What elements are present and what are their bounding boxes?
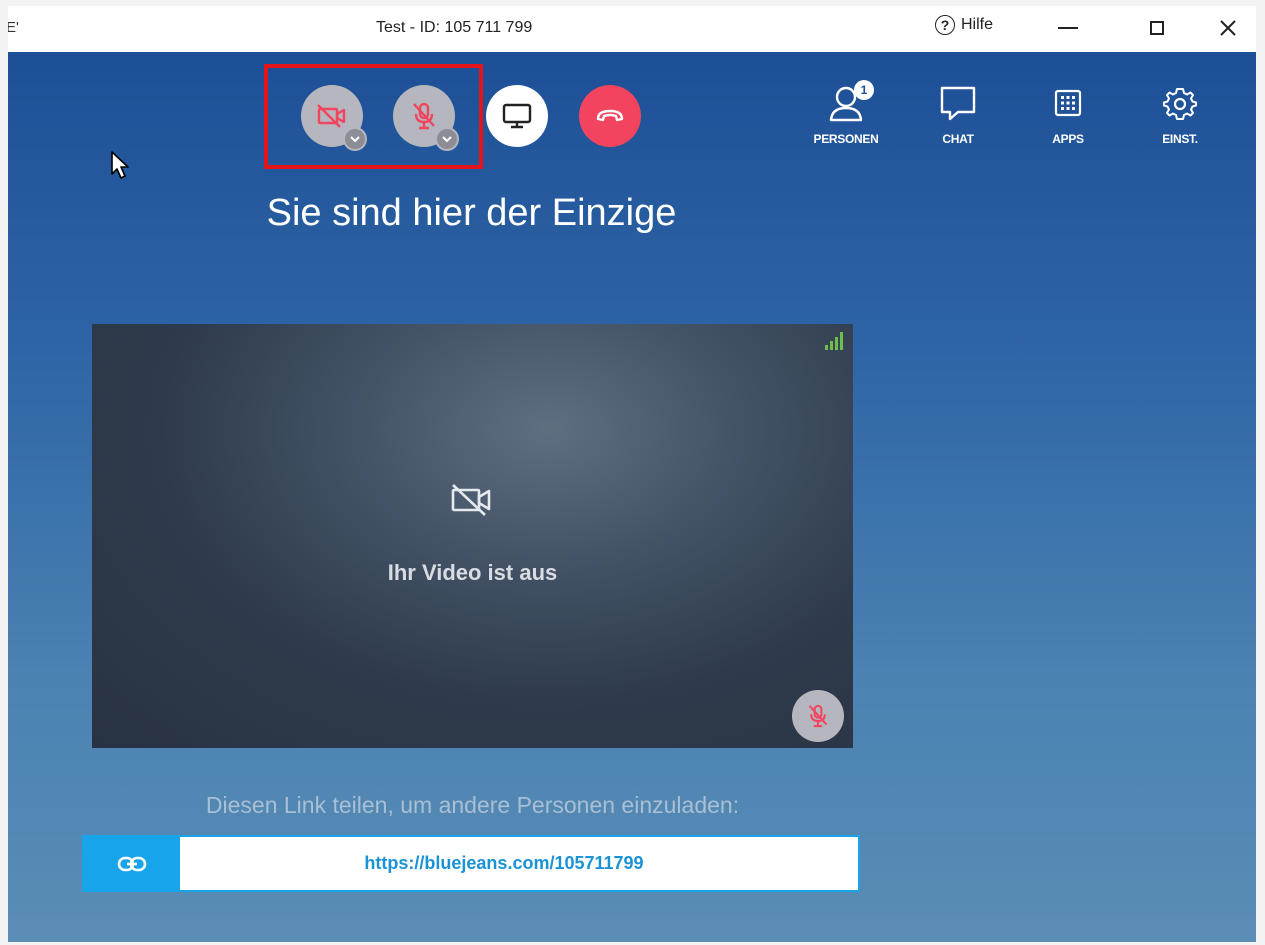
nav-personen-label: PERSONEN [813, 132, 879, 146]
monitor-icon [502, 103, 532, 129]
nav-einst-label: EINST. [1162, 132, 1198, 146]
minimize-button[interactable] [1038, 8, 1098, 48]
close-icon [1220, 20, 1236, 36]
page-heading: Sie sind hier der Einzige [266, 192, 677, 234]
screen-share-button[interactable] [486, 85, 548, 147]
close-button[interactable] [1198, 8, 1256, 48]
video-off-status: Ihr Video ist aus [387, 560, 558, 585]
nav-chat-label: CHAT [942, 132, 974, 146]
mouse-cursor-icon [111, 151, 129, 179]
mic-off-icon [808, 704, 828, 728]
phone-hangup-icon [596, 109, 624, 122]
microphone-toggle-button[interactable] [393, 85, 459, 151]
help-button[interactable]: ? Hilfe [935, 15, 993, 35]
window-title: Test - ID: 105 711 799 [376, 19, 533, 36]
chevron-down-icon [442, 135, 452, 142]
nav-personen[interactable]: 1 PERSONEN [801, 80, 891, 146]
app-window: E' Test - ID: 105 711 799 ? Hilfe 1 PERS… [8, 6, 1256, 942]
microphone-options-button[interactable] [435, 127, 459, 151]
minimize-icon [1058, 27, 1078, 29]
mic-off-icon [413, 102, 435, 130]
meeting-area: 1 PERSONEN CHAT APPS EINST. Sie sind hie… [8, 52, 1256, 942]
share-instructions: Diesen Link teilen, um andere Personen e… [205, 792, 740, 818]
copy-link-button[interactable] [84, 837, 180, 890]
chat-bubble-icon [940, 86, 976, 121]
camera-toggle-button[interactable] [301, 85, 367, 151]
chevron-down-icon [350, 135, 360, 142]
nav-chat[interactable]: CHAT [913, 82, 1003, 146]
nav-apps[interactable]: APPS [1023, 82, 1113, 146]
link-icon [117, 856, 147, 871]
participant-count-badge: 1 [854, 80, 874, 100]
maximize-icon [1150, 21, 1164, 35]
title-left-text: E' [8, 19, 19, 36]
meeting-link[interactable]: https://bluejeans.com/105711799 [180, 837, 858, 890]
self-video-tile: Ihr Video ist aus [92, 324, 853, 748]
help-label: Hilfe [961, 16, 994, 33]
title-bar: E' Test - ID: 105 711 799 ? Hilfe [8, 6, 1256, 52]
nav-einst[interactable]: EINST. [1135, 82, 1225, 146]
video-off-icon [451, 484, 491, 516]
apps-grid-icon [1054, 89, 1082, 117]
video-off-icon [317, 104, 346, 128]
maximize-button[interactable] [1127, 8, 1187, 48]
question-circle-icon: ? [935, 15, 955, 35]
gear-icon [1163, 88, 1197, 120]
share-link-bar: https://bluejeans.com/105711799 [82, 835, 860, 892]
signal-strength-icon [825, 332, 843, 350]
participant-mic-status [792, 690, 844, 742]
camera-options-button[interactable] [343, 127, 367, 151]
hang-up-button[interactable] [579, 85, 641, 147]
nav-apps-label: APPS [1052, 132, 1084, 146]
